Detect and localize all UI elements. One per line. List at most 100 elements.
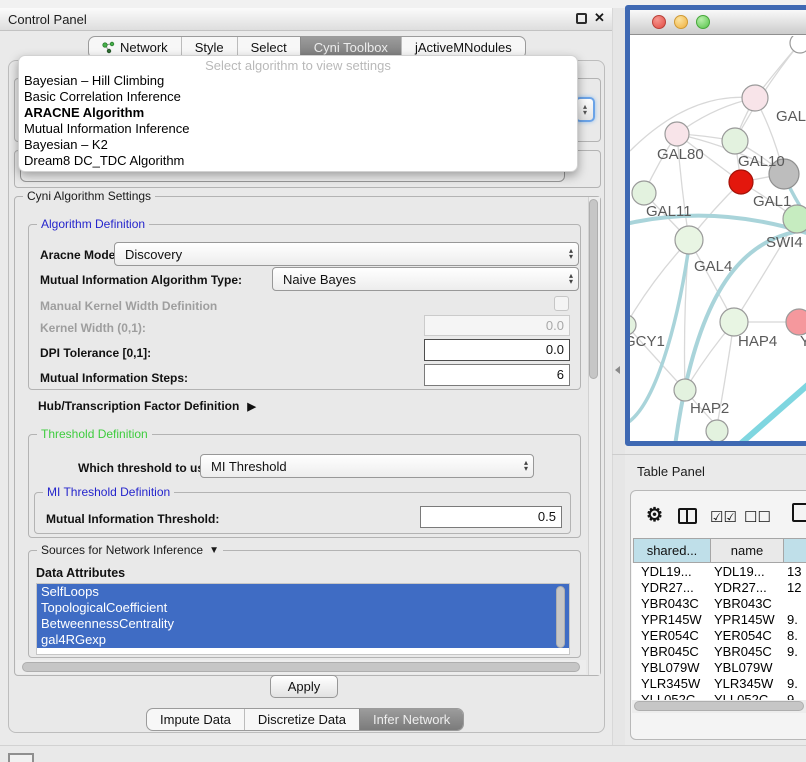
application-root: Control Panel ✕ Network Style Select Cyn…	[0, 0, 806, 762]
table-row[interactable]: YDR27...YDR27...12	[632, 579, 806, 595]
attribute-betweennesscentrality[interactable]: BetweennessCentrality	[37, 616, 569, 632]
mi-algorithm-type-value: Naive Bayes	[283, 272, 356, 287]
network-canvas[interactable]: GAL GAL80 GAL10 GAL1 GAL11 SWI4 GAL4 GCY…	[630, 36, 806, 446]
close-icon[interactable]: ✕	[594, 10, 605, 26]
which-threshold-label: Which threshold to use:	[78, 461, 215, 475]
table-panel-divider	[612, 454, 806, 455]
node-bottom-partial[interactable]	[706, 420, 728, 442]
window-minimize-button[interactable]	[674, 15, 688, 29]
table-row[interactable]: YER054CYER054C8.	[632, 627, 806, 643]
window-zoom-button[interactable]	[696, 15, 710, 29]
split-view-icon[interactable]	[678, 508, 697, 524]
mi-threshold-field[interactable]: 0.5	[420, 506, 562, 528]
cyni-algorithm-settings-legend: Cyni Algorithm Settings	[23, 189, 155, 203]
manual-kernel-width-label: Manual Kernel Width Definition	[40, 299, 217, 313]
dropdown-item-basic-correlation[interactable]: Basic Correlation Inference	[19, 89, 577, 105]
table-panel-title: Table Panel	[637, 464, 705, 479]
settings-vscrollbar-thumb[interactable]	[589, 199, 598, 379]
minimized-panel-handle[interactable]	[8, 753, 34, 762]
node-label: GAL4	[694, 258, 732, 275]
node-gcy1[interactable]	[630, 315, 636, 335]
gear-icon[interactable]: ⚙	[646, 504, 663, 527]
dpi-tolerance-field[interactable]: 0.0	[424, 339, 570, 361]
network-window-titlebar[interactable]	[630, 10, 806, 35]
node-label: GAL	[776, 108, 806, 125]
mi-algorithm-type-combobox[interactable]: Naive Bayes ▴▾	[272, 267, 579, 291]
dropdown-item-mutual-information[interactable]: Mutual Information Inference	[19, 121, 577, 137]
settings-hscrollbar-thumb[interactable]	[22, 662, 580, 672]
tab-impute-data[interactable]: Impute Data	[147, 709, 244, 730]
algorithm-definition-legend: Algorithm Definition	[37, 217, 149, 231]
network-view-window[interactable]: GAL GAL80 GAL10 GAL1 GAL11 SWI4 GAL4 GCY…	[625, 5, 806, 446]
table-row[interactable]: YLL052CYLL052C9.	[632, 691, 806, 700]
mi-steps-field[interactable]: 6	[424, 364, 570, 386]
hub-transcription-factor-toggle[interactable]: Hub/Transcription Factor Definition ▶	[38, 399, 256, 413]
which-threshold-combobox[interactable]: MI Threshold ▴▾	[200, 454, 534, 478]
mi-steps-label: Mutual Information Steps:	[40, 371, 188, 385]
edge-highlighted[interactable]	[738, 383, 806, 446]
kernel-width-field[interactable]: 0.0	[424, 315, 570, 336]
attribute-selfloops[interactable]: SelfLoops	[37, 584, 569, 600]
column-header-shared[interactable]: shared...	[633, 538, 711, 563]
sources-legend[interactable]: Sources for Network Inference ▼	[37, 543, 223, 557]
data-attributes-label: Data Attributes	[36, 566, 125, 580]
tab-infer-network[interactable]: Infer Network	[359, 709, 463, 730]
which-threshold-value: MI Threshold	[211, 459, 287, 474]
attribute-topologicalcoefficient[interactable]: TopologicalCoefficient	[37, 600, 569, 616]
unchecked-columns-icon[interactable]: ☐☐	[744, 508, 771, 526]
node-hap2[interactable]	[674, 379, 696, 401]
node-gal1[interactable]	[729, 170, 753, 194]
table-row[interactable]: YBR045CYBR045C9.	[632, 643, 806, 659]
table-row[interactable]: YBL079WYBL079W	[632, 659, 806, 675]
node-gal10[interactable]	[722, 128, 748, 154]
table-body: YDL19...YDL19...13 YDR27...YDR27...12 YB…	[632, 563, 806, 700]
table-row[interactable]: YLR345WYLR345W9.	[632, 675, 806, 691]
window-close-button[interactable]	[652, 15, 666, 29]
table-row[interactable]: YDL19...YDL19...13	[632, 563, 806, 579]
algorithm-dropdown-popup: Select algorithm to view settings Bayesi…	[18, 55, 578, 172]
data-attributes-list[interactable]: SelfLoops TopologicalCoefficient Between…	[36, 583, 570, 655]
edge[interactable]	[630, 240, 689, 325]
tab-network-label: Network	[120, 40, 168, 55]
expanded-arrow-icon: ▼	[209, 545, 219, 556]
node-gal11[interactable]	[632, 181, 656, 205]
node-salmon[interactable]	[786, 309, 806, 335]
node-label: GAL11	[646, 203, 692, 220]
table-row[interactable]: YBR043CYBR043C	[632, 595, 806, 611]
panel-splitter[interactable]	[612, 8, 625, 762]
control-panel-titlebar[interactable]: Control Panel ✕	[0, 8, 612, 31]
table-hscrollbar-thumb[interactable]	[634, 701, 804, 711]
aracne-mode-value: Discovery	[125, 247, 182, 262]
tab-discretize-data[interactable]: Discretize Data	[244, 709, 359, 730]
dropdown-item-bayesian-k2[interactable]: Bayesian – K2	[19, 137, 577, 153]
network-node-labels: GAL GAL80 GAL10 GAL1 GAL11 SWI4 GAL4 GCY…	[630, 108, 806, 417]
attribute-gal4rgexp[interactable]: gal4RGexp	[37, 632, 569, 648]
column-header-partial[interactable]	[783, 538, 806, 563]
node-hap4[interactable]	[720, 308, 748, 336]
hub-transcription-factor-label: Hub/Transcription Factor Definition	[38, 399, 239, 413]
combo-stepper-icon: ▴▾	[569, 273, 573, 285]
apply-button[interactable]: Apply	[270, 675, 338, 698]
algorithm-combobox-stepper[interactable]: ▴ ▾	[575, 97, 595, 122]
node-gal80[interactable]	[665, 122, 689, 146]
table-row[interactable]: YPR145WYPR145W9.	[632, 611, 806, 627]
aracne-mode-combobox[interactable]: Discovery ▴▾	[114, 242, 579, 266]
checked-columns-icon[interactable]: ☑☑	[710, 508, 737, 526]
aracne-mode-label: Aracne Mode:	[40, 248, 119, 262]
table-icon[interactable]	[792, 503, 806, 522]
dropdown-item-bayesian-hill-climbing[interactable]: Bayesian – Hill Climbing	[19, 73, 577, 89]
collapsed-arrow-icon: ▶	[247, 400, 255, 413]
node-gal-partial[interactable]	[742, 85, 768, 111]
float-window-icon[interactable]	[576, 13, 587, 24]
attributes-vscrollbar-thumb[interactable]	[556, 586, 565, 648]
splitter-collapse-icon[interactable]	[615, 366, 620, 374]
mi-threshold-label: Mutual Information Threshold:	[46, 512, 219, 526]
dropdown-item-aracne[interactable]: ARACNE Algorithm	[19, 105, 577, 121]
kernel-width-label: Kernel Width (0,1):	[40, 321, 146, 335]
manual-kernel-width-checkbox[interactable]	[554, 296, 569, 311]
node-unlabeled-top[interactable]	[790, 36, 806, 53]
dropdown-item-dream8[interactable]: Dream8 DC_TDC Algorithm	[19, 153, 577, 169]
dropdown-prompt: Select algorithm to view settings	[19, 58, 577, 73]
node-gal4[interactable]	[675, 226, 703, 254]
column-header-name[interactable]: name	[710, 538, 784, 563]
